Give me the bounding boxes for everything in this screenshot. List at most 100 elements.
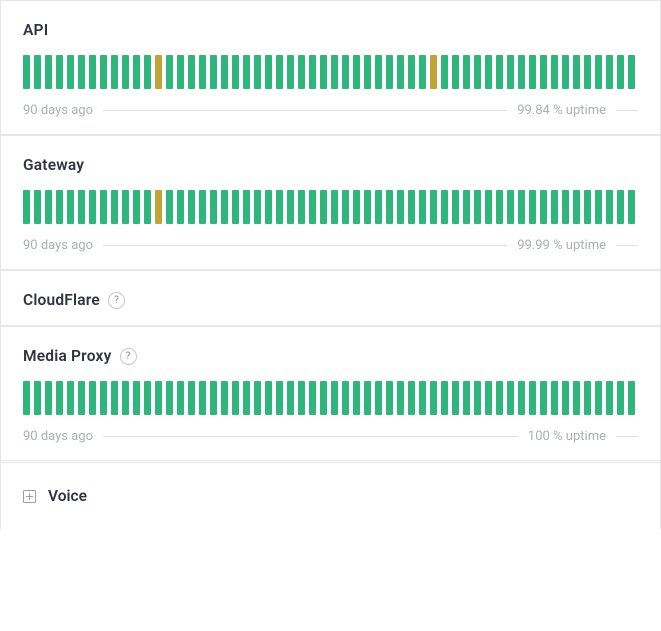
uptime-day-bar[interactable] [628, 55, 635, 89]
uptime-day-bar[interactable] [507, 55, 514, 89]
uptime-day-bar[interactable] [573, 381, 580, 415]
uptime-day-bar[interactable] [144, 190, 151, 224]
uptime-day-bar[interactable] [386, 55, 393, 89]
uptime-day-bar[interactable] [386, 381, 393, 415]
uptime-day-bar[interactable] [89, 55, 96, 89]
uptime-day-bar[interactable] [419, 190, 426, 224]
uptime-day-bar[interactable] [551, 55, 558, 89]
uptime-day-bar[interactable] [342, 381, 349, 415]
uptime-day-bar[interactable] [474, 381, 481, 415]
uptime-day-bar[interactable] [287, 190, 294, 224]
uptime-day-bar[interactable] [89, 381, 96, 415]
uptime-day-bar[interactable] [298, 381, 305, 415]
uptime-day-bar[interactable] [221, 381, 228, 415]
uptime-day-bar[interactable] [463, 381, 470, 415]
help-icon[interactable]: ? [108, 292, 125, 309]
uptime-day-bar[interactable] [617, 190, 624, 224]
uptime-day-bar[interactable] [177, 190, 184, 224]
uptime-day-bar[interactable] [408, 381, 415, 415]
uptime-day-bar[interactable] [496, 190, 503, 224]
uptime-day-bar[interactable] [155, 381, 162, 415]
uptime-day-bar[interactable] [430, 190, 437, 224]
uptime-day-bar[interactable] [34, 381, 41, 415]
uptime-day-bar[interactable] [452, 190, 459, 224]
uptime-day-bar[interactable] [221, 55, 228, 89]
uptime-day-bar[interactable] [606, 190, 613, 224]
uptime-day-bar[interactable] [320, 190, 327, 224]
uptime-day-bar[interactable] [232, 55, 239, 89]
voice-group-row[interactable]: Voice [1, 462, 660, 529]
uptime-day-bar[interactable] [133, 55, 140, 89]
uptime-day-bar[interactable] [243, 190, 250, 224]
uptime-day-bar[interactable] [199, 381, 206, 415]
uptime-day-bar[interactable] [353, 190, 360, 224]
uptime-day-bar[interactable] [463, 55, 470, 89]
uptime-day-bar[interactable] [529, 381, 536, 415]
uptime-day-bar[interactable] [100, 190, 107, 224]
uptime-day-bar[interactable] [232, 381, 239, 415]
uptime-day-bar[interactable] [540, 381, 547, 415]
uptime-day-bar[interactable] [430, 55, 437, 89]
uptime-day-bar[interactable] [397, 381, 404, 415]
uptime-day-bar[interactable] [56, 190, 63, 224]
uptime-day-bar[interactable] [419, 55, 426, 89]
uptime-day-bar[interactable] [100, 381, 107, 415]
uptime-day-bar[interactable] [276, 190, 283, 224]
uptime-day-bar[interactable] [177, 55, 184, 89]
uptime-day-bar[interactable] [584, 381, 591, 415]
uptime-day-bar[interactable] [133, 381, 140, 415]
uptime-day-bar[interactable] [628, 381, 635, 415]
uptime-day-bar[interactable] [540, 55, 547, 89]
uptime-day-bar[interactable] [606, 381, 613, 415]
uptime-day-bar[interactable] [23, 55, 30, 89]
uptime-day-bar[interactable] [617, 381, 624, 415]
uptime-day-bar[interactable] [122, 55, 129, 89]
uptime-day-bar[interactable] [188, 190, 195, 224]
uptime-day-bar[interactable] [419, 381, 426, 415]
uptime-day-bar[interactable] [166, 190, 173, 224]
uptime-day-bar[interactable] [78, 381, 85, 415]
uptime-day-bar[interactable] [562, 381, 569, 415]
uptime-day-bar[interactable] [595, 381, 602, 415]
uptime-day-bar[interactable] [309, 381, 316, 415]
uptime-day-bar[interactable] [188, 381, 195, 415]
uptime-day-bar[interactable] [595, 55, 602, 89]
uptime-day-bar[interactable] [265, 55, 272, 89]
uptime-day-bar[interactable] [397, 190, 404, 224]
uptime-day-bar[interactable] [320, 381, 327, 415]
uptime-day-bar[interactable] [155, 55, 162, 89]
uptime-day-bar[interactable] [243, 381, 250, 415]
uptime-day-bar[interactable] [111, 55, 118, 89]
uptime-day-bar[interactable] [496, 55, 503, 89]
uptime-day-bar[interactable] [23, 190, 30, 224]
uptime-day-bar[interactable] [67, 190, 74, 224]
uptime-day-bar[interactable] [199, 190, 206, 224]
uptime-day-bar[interactable] [45, 190, 52, 224]
uptime-day-bar[interactable] [122, 381, 129, 415]
uptime-day-bar[interactable] [364, 190, 371, 224]
uptime-day-bar[interactable] [276, 55, 283, 89]
uptime-day-bar[interactable] [34, 190, 41, 224]
uptime-day-bar[interactable] [232, 190, 239, 224]
uptime-day-bar[interactable] [210, 55, 217, 89]
uptime-day-bar[interactable] [584, 55, 591, 89]
uptime-day-bar[interactable] [78, 55, 85, 89]
uptime-day-bar[interactable] [485, 381, 492, 415]
uptime-day-bar[interactable] [529, 55, 536, 89]
uptime-day-bar[interactable] [364, 55, 371, 89]
uptime-day-bar[interactable] [518, 55, 525, 89]
uptime-day-bar[interactable] [551, 190, 558, 224]
uptime-day-bar[interactable] [78, 190, 85, 224]
uptime-day-bar[interactable] [298, 190, 305, 224]
uptime-day-bar[interactable] [287, 381, 294, 415]
uptime-day-bar[interactable] [375, 55, 382, 89]
uptime-day-bar[interactable] [364, 381, 371, 415]
uptime-day-bar[interactable] [452, 55, 459, 89]
uptime-day-bar[interactable] [144, 55, 151, 89]
uptime-day-bar[interactable] [210, 190, 217, 224]
uptime-day-bar[interactable] [507, 190, 514, 224]
uptime-day-bar[interactable] [584, 190, 591, 224]
uptime-day-bar[interactable] [122, 190, 129, 224]
uptime-day-bar[interactable] [408, 55, 415, 89]
uptime-day-bar[interactable] [474, 190, 481, 224]
